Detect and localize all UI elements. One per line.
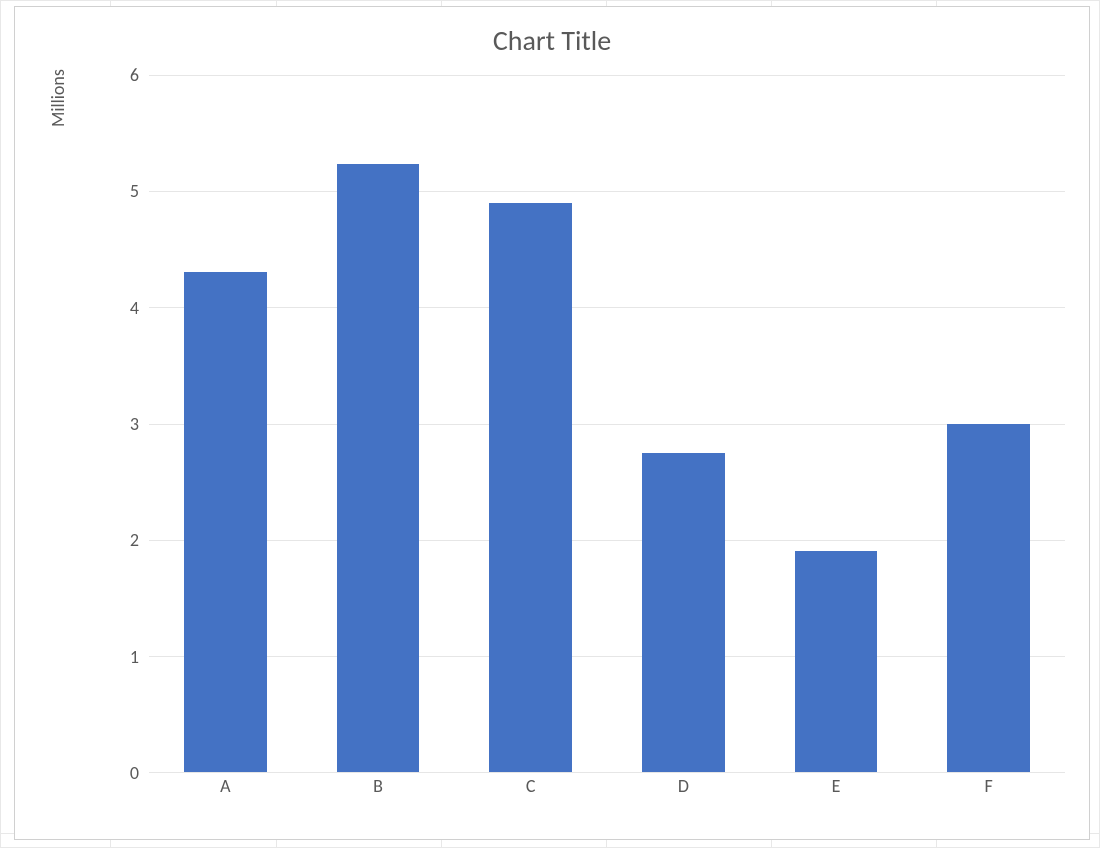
x-tick-label: B (302, 775, 455, 801)
y-tick-label: 2 (85, 529, 139, 551)
bar[interactable] (947, 424, 1029, 773)
x-axis[interactable]: ABCDEF (149, 775, 1065, 801)
y-tick-label: 0 (85, 762, 139, 784)
x-tick-label: E (760, 775, 913, 801)
gridline (149, 772, 1065, 773)
bar-slot (454, 75, 607, 772)
y-tick-label: 6 (85, 64, 139, 86)
chart-container[interactable]: Chart Title Millions 0 1 2 3 4 5 6 ABCDEF (14, 6, 1090, 840)
bar[interactable] (795, 551, 877, 772)
bar[interactable] (489, 203, 571, 772)
bars-group[interactable] (149, 75, 1065, 772)
bar[interactable] (337, 164, 419, 772)
bar-slot (912, 75, 1065, 772)
y-tick-label: 5 (85, 180, 139, 202)
y-tick-label: 4 (85, 297, 139, 319)
y-axis-unit-label[interactable]: Millions (47, 69, 69, 127)
plot-area[interactable] (149, 75, 1065, 773)
bar-slot (302, 75, 455, 772)
bar-slot (149, 75, 302, 772)
y-tick-label: 1 (85, 646, 139, 668)
bar[interactable] (642, 453, 724, 772)
x-tick-label: D (607, 775, 760, 801)
chart-title[interactable]: Chart Title (15, 23, 1089, 58)
x-tick-label: A (149, 775, 302, 801)
x-tick-label: C (454, 775, 607, 801)
bar[interactable] (184, 272, 266, 772)
x-tick-label: F (912, 775, 1065, 801)
bar-slot (607, 75, 760, 772)
y-tick-label: 3 (85, 413, 139, 435)
bar-slot (760, 75, 913, 772)
plot-wrapper: 0123456 ABCDEF (85, 75, 1065, 801)
